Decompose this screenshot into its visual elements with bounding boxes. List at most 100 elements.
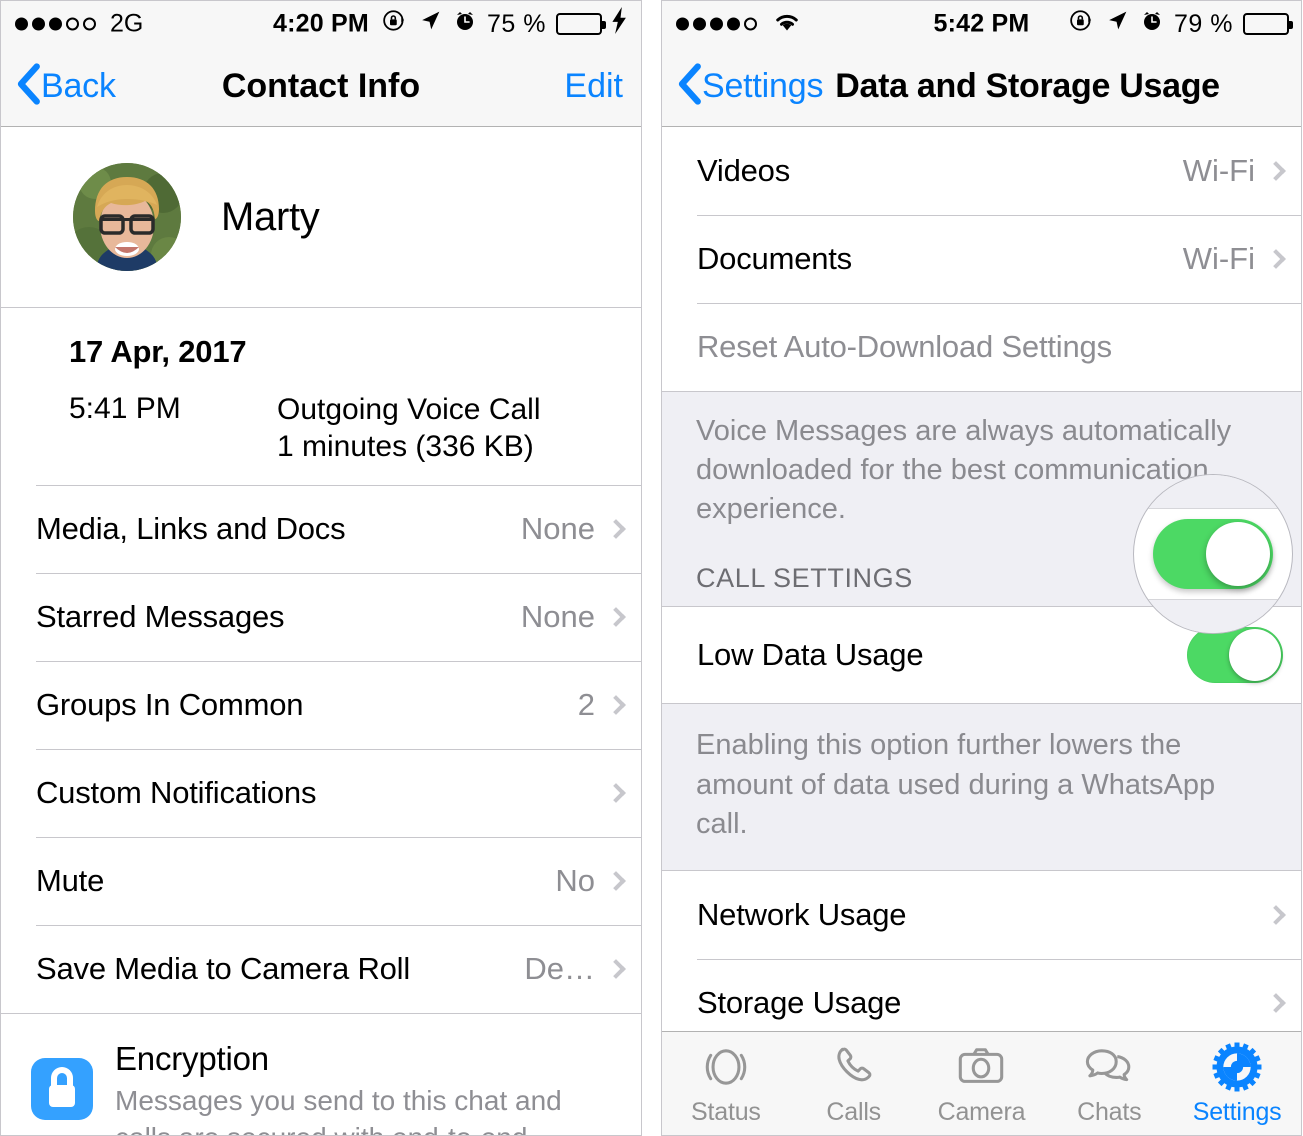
list-item[interactable]: Network Usage xyxy=(662,870,1301,959)
chevron-right-icon xyxy=(606,783,626,804)
tab-calls[interactable]: Calls xyxy=(790,1032,918,1135)
row-separator xyxy=(697,215,1301,216)
signal-strength-dots xyxy=(15,17,96,31)
alarm-clock-icon xyxy=(1140,9,1164,40)
chats-icon xyxy=(1082,1040,1136,1094)
row-label: Network Usage xyxy=(697,896,907,932)
tab-camera[interactable]: Camera xyxy=(918,1032,1046,1135)
row-separator xyxy=(697,303,1301,304)
call-log-type: Outgoing Voice Call xyxy=(277,393,541,426)
contact-name: Marty xyxy=(221,194,320,239)
low-data-usage-toggle[interactable] xyxy=(1187,627,1283,684)
tab-label: Settings xyxy=(1192,1098,1282,1126)
list-item[interactable]: Mute No xyxy=(1,837,641,926)
chevron-left-icon xyxy=(676,63,702,110)
status-bar-left-cluster-right xyxy=(676,9,802,40)
row-value: None xyxy=(520,511,595,547)
status-bar-right: 5:42 PM 79 % xyxy=(662,1,1301,47)
call-log-entry[interactable]: 5:41 PM Outgoing Voice Call 1 minutes (3… xyxy=(1,392,641,465)
status-bar-left-cluster: 2G xyxy=(15,10,143,39)
status-bar-left: 2G 4:20 PM 75 % xyxy=(1,1,641,47)
call-log-detail: Outgoing Voice Call 1 minutes (336 KB) xyxy=(277,392,541,465)
data-storage-usage-screen: 5:42 PM 79 % Settings Data and Storage U… xyxy=(661,0,1302,1136)
tab-chats[interactable]: Chats xyxy=(1045,1032,1173,1135)
contact-info-scroll: Marty 17 Apr, 2017 5:41 PM Outgoing Voic… xyxy=(1,127,641,1135)
rotation-lock-icon xyxy=(1068,7,1095,41)
dual-screenshot-stage: 2G 4:20 PM 75 % Back Contact Info Edit M… xyxy=(0,0,1303,1136)
tab-label: Calls xyxy=(826,1098,881,1126)
chevron-right-icon xyxy=(606,695,626,716)
tab-label: Camera xyxy=(937,1098,1026,1126)
phone-icon xyxy=(827,1040,881,1094)
list-item[interactable]: Videos Wi-Fi xyxy=(662,127,1301,215)
settings-back-button[interactable]: Settings xyxy=(676,63,823,110)
low-data-usage-toggle-magnified[interactable] xyxy=(1153,519,1273,589)
tab-status[interactable]: Status xyxy=(662,1032,790,1135)
contact-info-screen: 2G 4:20 PM 75 % Back Contact Info Edit M… xyxy=(0,0,642,1136)
nav-bar-left: Back Contact Info Edit xyxy=(1,47,641,127)
back-button-label: Back xyxy=(41,67,116,105)
contact-header[interactable]: Marty xyxy=(1,127,641,307)
row-value: 2 xyxy=(577,687,595,723)
call-log-duration: 1 minutes (336 KB) xyxy=(277,429,534,463)
tab-bar: Status Calls Camera Chats Settings xyxy=(662,1031,1301,1135)
list-item[interactable]: Save Media to Camera Roll De… xyxy=(1,925,641,1014)
list-item[interactable]: Reset Auto-Download Settings xyxy=(662,303,1301,391)
chevron-right-icon xyxy=(606,871,626,892)
row-label: Reset Auto-Download Settings xyxy=(697,329,1112,364)
row-label: Mute xyxy=(36,863,105,899)
row-separator xyxy=(36,925,641,927)
call-log-date: 17 Apr, 2017 xyxy=(69,334,247,369)
row-label: Groups In Common xyxy=(36,687,304,723)
camera-icon xyxy=(954,1040,1008,1094)
status-bar-right-cluster: 79 % xyxy=(1068,7,1293,41)
chevron-right-icon xyxy=(606,959,626,980)
location-arrow-icon xyxy=(418,8,443,40)
row-value: Wi-Fi xyxy=(1182,241,1255,276)
row-value: None xyxy=(520,599,595,635)
list-item[interactable]: Starred Messages None xyxy=(1,573,641,662)
row-separator xyxy=(36,837,641,839)
low-data-usage-note: Enabling this option further lowers the … xyxy=(662,704,1301,870)
edit-button[interactable]: Edit xyxy=(564,67,623,106)
row-label: Low Data Usage xyxy=(697,637,924,673)
chevron-right-icon xyxy=(1266,249,1286,269)
row-value: Wi-Fi xyxy=(1182,153,1255,188)
battery-percent-label: 75 % xyxy=(487,9,546,38)
row-separator xyxy=(36,485,641,487)
chevron-right-icon xyxy=(1266,992,1286,1013)
row-label: Save Media to Camera Roll xyxy=(36,951,411,987)
list-item[interactable]: Custom Notifications xyxy=(1,749,641,838)
auto-download-group: Videos Wi-Fi Documents Wi-Fi Reset Auto-Down… xyxy=(662,127,1301,392)
list-item[interactable]: Documents Wi-Fi xyxy=(662,215,1301,303)
call-log-block: 17 Apr, 2017 5:41 PM Outgoing Voice Call… xyxy=(1,307,641,486)
list-item[interactable]: Media, Links and Docs None xyxy=(1,485,641,574)
tab-settings[interactable]: Settings xyxy=(1173,1032,1301,1135)
page-title: Data and Storage Usage xyxy=(835,67,1220,105)
panel-gutter xyxy=(642,0,661,1136)
row-label: Starred Messages xyxy=(36,599,285,635)
avatar[interactable] xyxy=(73,163,181,271)
row-separator xyxy=(36,661,641,663)
row-separator xyxy=(697,958,1301,960)
encryption-block[interactable]: Encryption Messages you send to this cha… xyxy=(1,1013,641,1135)
back-button[interactable]: Back xyxy=(15,63,116,110)
battery-percent-label: 79 % xyxy=(1174,9,1233,38)
row-value: De… xyxy=(524,951,595,987)
status-bar-clock: 5:42 PM xyxy=(933,9,1030,38)
encryption-texts: Encryption Messages you send to this cha… xyxy=(115,1040,623,1135)
encryption-subtitle: Messages you send to this chat and calls… xyxy=(115,1085,562,1135)
location-arrow-icon xyxy=(1105,8,1130,40)
status-bar-right-cluster: 75 % xyxy=(381,7,629,41)
row-label: Media, Links and Docs xyxy=(36,511,346,547)
alarm-clock-icon xyxy=(453,9,477,40)
status-bar-clock: 4:20 PM xyxy=(273,9,369,38)
settings-back-label: Settings xyxy=(702,67,824,105)
status-icon xyxy=(699,1040,753,1094)
lock-icon xyxy=(31,1058,93,1121)
list-item[interactable]: Groups In Common 2 xyxy=(1,661,641,750)
row-label: Custom Notifications xyxy=(36,775,317,811)
tab-label: Chats xyxy=(1077,1098,1142,1126)
row-label: Storage Usage xyxy=(697,984,902,1020)
row-value: No xyxy=(555,863,595,899)
